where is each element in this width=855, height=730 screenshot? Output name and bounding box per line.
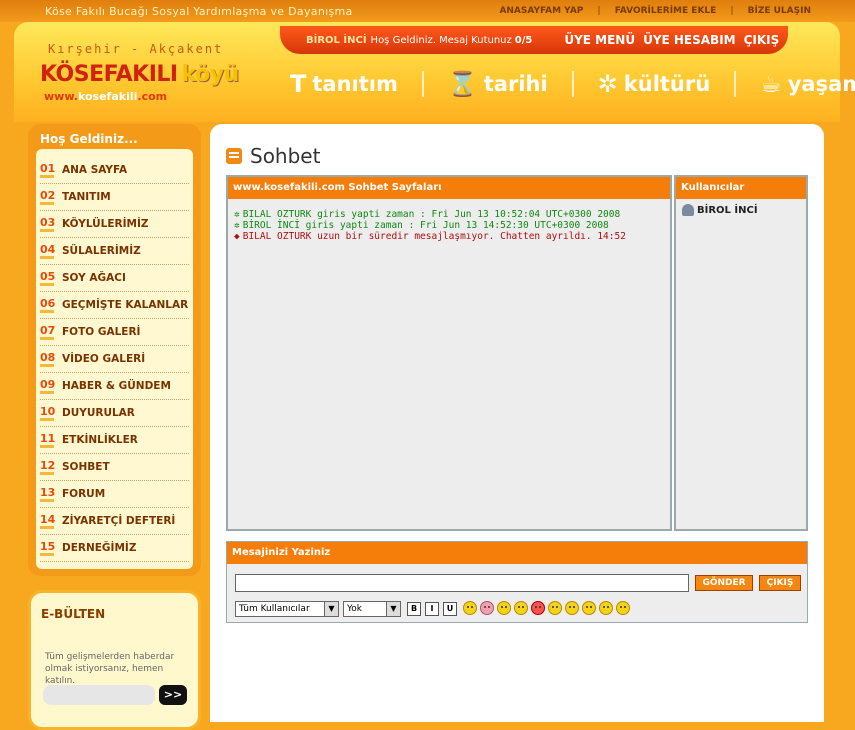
chat-message: ✲ BILAL OZTURK giris yapti zaman : Fri Ju… bbox=[234, 209, 621, 220]
member-menu-link[interactable]: ÜYE MENÜ bbox=[564, 33, 635, 47]
newsletter-title: E-BÜLTEN bbox=[41, 607, 106, 621]
chat-header: www.kosefakili.com Sohbet Sayfaları bbox=[228, 177, 670, 199]
sidebar-item-dernegimiz[interactable]: 15 DERNEĞİMİZ bbox=[40, 535, 189, 562]
sidebar-item-forum[interactable]: 13 FORUM bbox=[40, 481, 189, 508]
nav-divider bbox=[571, 71, 574, 97]
sidebar-title: Hoş Geldiniz... bbox=[40, 132, 138, 146]
send-button[interactable]: GÖNDER bbox=[695, 575, 753, 591]
sidebar-item-soy-agaci[interactable]: 05 SOY AĞACI bbox=[40, 265, 189, 292]
sidebar-item-video-galeri[interactable]: 08 VİDEO GALERİ bbox=[40, 346, 189, 373]
cup-icon: ☕ bbox=[760, 70, 782, 98]
bold-button[interactable]: B bbox=[407, 602, 421, 616]
site-tagline: Köse Fakılı Bucağı Sosyal Yardımlaşma ve… bbox=[45, 5, 353, 18]
logo-koyu: köyü bbox=[181, 62, 240, 87]
sad-emoticon-icon[interactable] bbox=[548, 601, 562, 615]
diamond-icon: ◆ bbox=[234, 231, 240, 242]
logout-link[interactable]: ÇIKIŞ bbox=[744, 33, 780, 47]
my-account-link[interactable]: ÜYE HESABIM bbox=[643, 33, 736, 47]
happy-emoticon-icon[interactable] bbox=[599, 601, 613, 615]
newsletter-text: Tüm gelişmelerden haberdar olmak istiyor… bbox=[45, 652, 175, 686]
wink-emoticon-icon[interactable] bbox=[582, 601, 596, 615]
logo-url: www.kosefakili.com bbox=[44, 90, 168, 103]
sparkle-icon: ✲ bbox=[234, 220, 240, 231]
nav-tanitim[interactable]: Ttanıtım bbox=[290, 70, 398, 98]
user-icon bbox=[682, 204, 694, 216]
list-icon bbox=[226, 148, 242, 164]
chat-panel: www.kosefakili.com Sohbet Sayfaları ✲ BIL… bbox=[226, 175, 672, 531]
surprised-emoticon-icon[interactable] bbox=[565, 601, 579, 615]
logo[interactable]: KÖSEFAKILI köyü bbox=[40, 62, 239, 87]
message-input[interactable] bbox=[235, 574, 689, 592]
user-list-item[interactable]: BİROL İNCİ bbox=[676, 199, 806, 221]
page-title: Sohbet bbox=[226, 144, 320, 168]
sidebar-item-etkinlikler[interactable]: 11 ETKİNLİKLER bbox=[40, 427, 189, 454]
set-homepage-link[interactable]: ANASAYFAM YAP bbox=[499, 6, 583, 16]
users-panel: Kullanıcılar BİROL İNCİ bbox=[674, 175, 808, 531]
italic-button[interactable]: I bbox=[425, 602, 439, 616]
sparkle-icon: ✲ bbox=[234, 209, 240, 220]
users-header: Kullanıcılar bbox=[676, 177, 806, 199]
chat-messages[interactable]: ✲ BILAL OZTURK giris yapti zaman : Fri Ju… bbox=[228, 199, 670, 252]
recipient-select[interactable]: Tüm Kullanıcılar ▼ bbox=[235, 601, 339, 617]
sidebar-menu: 01 ANA SAYFA 02 TANITIM 03 KÖYLÜLERİMİZ 04 S… bbox=[36, 149, 193, 569]
chevron-down-icon: ▼ bbox=[386, 602, 400, 616]
sidebar-item-ziyaretci-defteri[interactable]: 14 ZİYARETÇİ DEFTERİ bbox=[40, 508, 189, 535]
sidebar-item-sohbet[interactable]: 12 SOHBET bbox=[40, 454, 189, 481]
smile-emoticon-icon[interactable] bbox=[497, 601, 511, 615]
nav-yasami[interactable]: ☕yaşamı bbox=[760, 70, 855, 98]
cheeky-emoticon-icon[interactable] bbox=[616, 601, 630, 615]
chat-message: ✲ BİROL İNCİ giris yapti zaman : Fri Jun … bbox=[234, 220, 609, 231]
sidebar-item-tanitim[interactable]: 02 TANITIM bbox=[40, 184, 189, 211]
nav-kulturu[interactable]: ✲ kültürü bbox=[598, 70, 711, 98]
chevron-down-icon: ▼ bbox=[324, 602, 338, 616]
grin-emoticon-icon[interactable] bbox=[514, 601, 528, 615]
logo-subtitle: Kırşehir - Akçakent bbox=[48, 42, 224, 56]
main-nav: Ttanıtım ⌛tarihi ✲kültürü ☕yaşamı bbox=[290, 70, 855, 98]
hourglass-icon: ⌛ bbox=[447, 70, 478, 98]
sidebar: Hoş Geldiniz... 01 ANA SAYFA 02 TANITIM 03… bbox=[28, 124, 201, 576]
divider: | bbox=[730, 6, 734, 16]
chat-message: ◆ BILAL OZTURK uzun bir süredir mesajlaşm… bbox=[234, 231, 626, 242]
tongue-emoticon-icon[interactable] bbox=[531, 601, 545, 615]
color-select[interactable]: Yok ▼ bbox=[343, 601, 401, 617]
divider: | bbox=[597, 6, 601, 16]
message-count[interactable]: 0/5 bbox=[515, 35, 533, 46]
nav-divider bbox=[421, 71, 424, 97]
sidebar-item-ana-sayfa[interactable]: 01 ANA SAYFA bbox=[40, 157, 189, 184]
nav-tarihi[interactable]: ⌛ tarihi bbox=[448, 70, 548, 98]
user-greeting: Hoş Geldiniz. Mesaj Kutunuz bbox=[370, 34, 512, 46]
compose-panel: Mesajinizi Yaziniz GÖNDER ÇIKIŞ Tüm Kull… bbox=[226, 541, 808, 623]
newsletter-box: E-BÜLTEN Tüm gelişmelerden haberdar olma… bbox=[28, 590, 201, 730]
newsletter-submit-button[interactable]: >> bbox=[159, 685, 187, 705]
top-links: ANASAYFAM YAP | FAVORİLERİME EKLE | BİZE… bbox=[499, 6, 811, 16]
underline-button[interactable]: U bbox=[443, 602, 457, 616]
nav-divider bbox=[734, 71, 737, 97]
sidebar-item-gecmiste-kalanlar[interactable]: 06 GEÇMİŞTE KALANLAR bbox=[40, 292, 189, 319]
user-bar: BİROL İNCİ Hoş Geldiniz. Mesaj Kutunuz 0… bbox=[280, 26, 788, 54]
sidebar-item-haber-gundem[interactable]: 09 HABER & GÜNDEM bbox=[40, 373, 189, 400]
sidebar-item-sulalerimiz[interactable]: 04 SÜLALERİMİZ bbox=[40, 238, 189, 265]
emoticon-bar bbox=[463, 601, 630, 615]
dizzy-emoticon-icon[interactable] bbox=[463, 601, 477, 615]
sidebar-item-duyurular[interactable]: 10 DUYURULAR bbox=[40, 400, 189, 427]
compose-header: Mesajinizi Yaziniz bbox=[227, 542, 807, 564]
add-favorites-link[interactable]: FAVORİLERİME EKLE bbox=[615, 6, 717, 16]
easel-icon: T bbox=[290, 70, 307, 98]
ornament-icon: ✲ bbox=[597, 70, 618, 98]
sidebar-item-koylulerimiz[interactable]: 03 KÖYLÜLERİMİZ bbox=[40, 211, 189, 238]
exit-button[interactable]: ÇIKIŞ bbox=[759, 575, 801, 591]
contact-link[interactable]: BİZE ULAŞIN bbox=[748, 6, 811, 16]
newsletter-email-input[interactable] bbox=[43, 685, 155, 705]
pig-emoticon-icon[interactable] bbox=[480, 601, 494, 615]
sidebar-item-foto-galeri[interactable]: 07 FOTO GALERİ bbox=[40, 319, 189, 346]
logo-name: KÖSEFAKILI bbox=[40, 62, 178, 87]
user-name: BİROL İNCİ bbox=[306, 34, 367, 46]
main-content: Sohbet www.kosefakili.com Sohbet Sayfala… bbox=[210, 124, 824, 722]
